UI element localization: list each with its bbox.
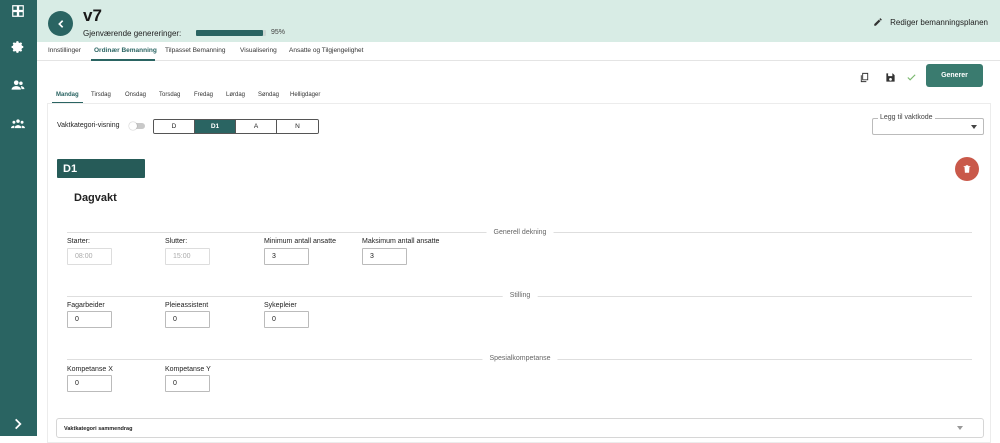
chevron-left-icon [57, 19, 63, 28]
fagarbeider-field[interactable]: 0 [67, 311, 112, 328]
section-title-position: Stilling [502, 292, 538, 299]
edit-plan-button[interactable]: Rediger bemanningsplanen [873, 17, 988, 27]
start-time-field: 08:00 [67, 248, 112, 265]
gear-icon[interactable] [9, 38, 27, 56]
active-tab-indicator [91, 59, 155, 61]
category-view-label: Vaktkategori-visning [57, 122, 120, 129]
group-icon[interactable] [9, 115, 27, 133]
generations-label: Gjenværende genereringer: [83, 29, 182, 38]
toggle-knob [129, 122, 137, 130]
segment-n[interactable]: N [277, 120, 318, 133]
day-panel [47, 103, 991, 443]
chevron-down-icon [957, 426, 963, 430]
tab-ansatte[interactable]: Ansatte og Tilgjengelighet [289, 47, 363, 54]
tab-innstillinger[interactable]: Innstillinger [48, 47, 81, 54]
max-staff-label: Maksimum antall ansatte [362, 238, 440, 245]
day-tab-lordag[interactable]: Lørdag [226, 92, 245, 98]
sidebar [0, 0, 37, 436]
day-tab-fredag[interactable]: Fredag [194, 92, 213, 98]
tab-ordinaer-bemanning[interactable]: Ordinær Bemanning [94, 47, 157, 54]
save-icon[interactable] [885, 70, 897, 82]
day-tab-sondag[interactable]: Søndag [258, 92, 279, 98]
back-button[interactable] [48, 11, 73, 36]
main-tabs: Innstillinger Ordinær Bemanning Tilpasse… [37, 42, 1000, 61]
segment-a[interactable]: A [236, 120, 277, 133]
day-tab-helligdager[interactable]: Helligdager [290, 92, 320, 98]
kompetanse-y-label: Kompetanse Y [165, 366, 211, 373]
delete-button[interactable] [955, 157, 979, 181]
min-staff-field[interactable]: 3 [264, 248, 309, 265]
day-tab-onsdag[interactable]: Onsdag [125, 92, 146, 98]
kompetanse-y-field[interactable]: 0 [165, 375, 210, 392]
header: v7 Gjenværende genereringer: 95% Rediger… [37, 0, 1000, 42]
add-shift-code-select[interactable]: Legg til vaktkode [872, 114, 984, 135]
sykepleier-label: Sykepleier [264, 302, 297, 309]
add-shift-code-label: Legg til vaktkode [878, 114, 935, 121]
page-title: v7 [83, 6, 102, 25]
pleieassistent-label: Pleieassistent [165, 302, 209, 309]
segment-d1[interactable]: D1 [195, 120, 236, 133]
section-title-special: Spesialkompetanse [482, 355, 558, 362]
edit-plan-label: Rediger bemanningsplanen [890, 17, 988, 27]
check-icon[interactable] [906, 70, 918, 82]
day-tab-mandag[interactable]: Mandag [56, 92, 79, 98]
category-view-toggle[interactable] [129, 122, 145, 130]
chevron-right-icon[interactable] [9, 415, 27, 433]
dashboard-icon[interactable] [9, 2, 27, 20]
day-tab-torsdag[interactable]: Torsdag [159, 92, 180, 98]
tab-visualisering[interactable]: Visualisering [240, 47, 277, 54]
end-time-field: 15:00 [165, 248, 210, 265]
summary-label: Vaktkategori sammendrag [64, 426, 133, 432]
start-time-label: Starter: [67, 238, 90, 245]
day-tabs: Mandag Tirsdag Onsdag Torsdag Fredag Lør… [50, 89, 990, 103]
person-icon[interactable] [9, 76, 27, 94]
shift-name: Dagvakt [74, 192, 117, 204]
copy-icon[interactable] [859, 70, 871, 83]
pencil-icon [874, 18, 882, 26]
end-time-label: Slutter: [165, 238, 188, 245]
shift-code-selector: D D1 A N [153, 119, 319, 134]
dropdown-arrow-icon [971, 125, 977, 129]
generations-progress-bar [196, 30, 266, 36]
segment-d[interactable]: D [154, 120, 195, 133]
pleieassistent-field[interactable]: 0 [165, 311, 210, 328]
max-staff-field[interactable]: 3 [362, 248, 407, 265]
kompetanse-x-field[interactable]: 0 [67, 375, 112, 392]
generations-progress-fill [196, 30, 263, 36]
tab-tilpasset-bemanning[interactable]: Tilpasset Bemanning [165, 47, 225, 54]
shift-code-badge: D1 [57, 159, 145, 178]
trash-icon [963, 165, 971, 173]
generate-button[interactable]: Generer [926, 64, 983, 87]
sykepleier-field[interactable]: 0 [264, 311, 309, 328]
fagarbeider-label: Fagarbeider [67, 302, 105, 309]
section-title-general: Generell dekning [486, 229, 554, 236]
category-summary-accordion[interactable]: Vaktkategori sammendrag [56, 418, 984, 438]
generations-progress-text: 95% [271, 29, 286, 36]
day-tab-tirsdag[interactable]: Tirsdag [91, 92, 111, 98]
kompetanse-x-label: Kompetanse X [67, 366, 113, 373]
min-staff-label: Minimum antall ansatte [264, 238, 336, 245]
